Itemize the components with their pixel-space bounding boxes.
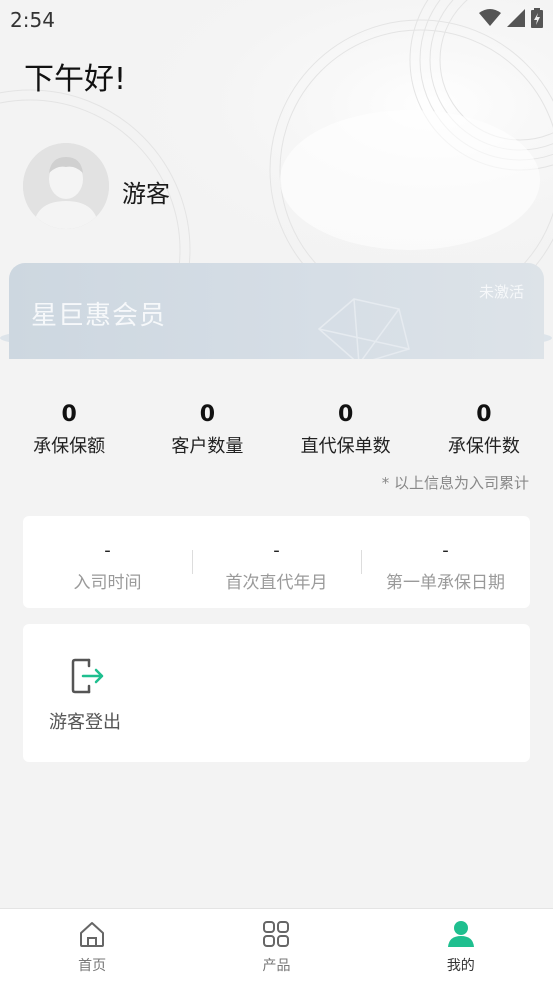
stat-label: 直代保单数 [300, 436, 391, 457]
info-card: - 入司时间 - 首次直代年月 - 第一单承保日期 [23, 516, 530, 608]
info-first-direct-month: - 首次直代年月 [192, 516, 361, 608]
wifi-icon [479, 9, 501, 26]
tab-label: 产品 [262, 958, 291, 974]
stat-value: 0 [61, 402, 77, 427]
person-icon [447, 921, 474, 947]
stat-direct-policies[interactable]: 0 直代保单数 [277, 400, 415, 460]
status-time: 2:54 [10, 8, 55, 32]
diamond-watermark-icon [317, 298, 410, 359]
info-label: 第一单承保日期 [386, 573, 505, 593]
member-card[interactable]: 星巨惠会员 未激活 [9, 263, 544, 359]
info-value: - [104, 540, 111, 561]
info-label: 入司时间 [73, 573, 142, 593]
stat-insured-amount[interactable]: 0 承保保额 [0, 400, 138, 460]
info-value: - [442, 540, 449, 561]
avatar-icon [23, 143, 109, 229]
tab-bar: 首页 产品 我的 [0, 908, 553, 984]
username: 游客 [122, 180, 170, 208]
stat-value: 0 [199, 402, 216, 427]
greeting: 下午好! [24, 62, 127, 97]
signal-icon [507, 9, 525, 27]
tab-label: 我的 [446, 958, 475, 974]
stat-insured-count[interactable]: 0 承保件数 [415, 400, 553, 460]
stat-label: 承保保额 [33, 436, 106, 457]
logout-button[interactable]: 游客登出 [47, 656, 127, 734]
stat-customer-count[interactable]: 0 客户数量 [138, 400, 276, 460]
screen: 2:54 下午好! 游客 星巨惠会员 未激活 0 承保保额 0 客户数量 0 直… [0, 0, 553, 984]
stats-note: * 以上信息为入司累计 [381, 474, 529, 492]
info-label: 首次直代年月 [225, 573, 328, 593]
stat-label: 承保件数 [447, 436, 520, 457]
logout-icon [71, 658, 104, 694]
status-bar: 2:54 [0, 0, 553, 38]
stat-value: 0 [476, 402, 492, 427]
status-icons [479, 8, 543, 28]
member-title: 星巨惠会员 [31, 301, 167, 331]
info-first-policy-date: - 第一单承保日期 [361, 516, 530, 608]
stats-row: 0 承保保额 0 客户数量 0 直代保单数 0 承保件数 [0, 400, 553, 460]
logout-label: 游客登出 [49, 712, 121, 733]
stat-label: 客户数量 [171, 436, 244, 457]
tab-mine[interactable]: 我的 [369, 909, 553, 984]
info-join-date: - 入司时间 [23, 516, 192, 608]
info-value: - [273, 540, 280, 561]
tab-label: 首页 [78, 958, 107, 974]
member-status-badge: 未激活 [478, 283, 524, 301]
home-icon [80, 922, 105, 947]
tab-products[interactable]: 产品 [184, 909, 368, 984]
avatar[interactable] [23, 143, 109, 229]
stat-value: 0 [337, 402, 354, 427]
tab-home[interactable]: 首页 [0, 909, 184, 984]
grid-icon [263, 921, 290, 947]
action-card: 游客登出 [23, 624, 530, 762]
battery-icon [531, 8, 543, 28]
